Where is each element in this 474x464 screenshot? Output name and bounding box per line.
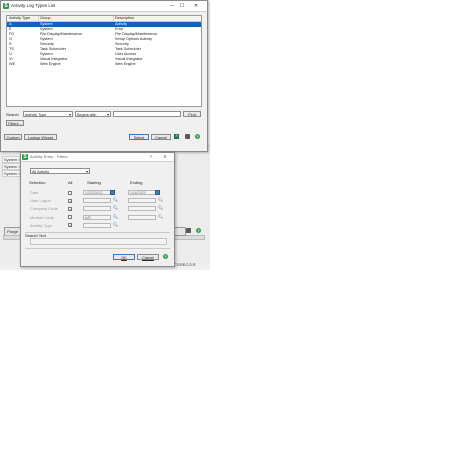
app-icon: S — [22, 154, 28, 160]
filters-dialog-title: Activity Entry - Filters — [30, 154, 68, 159]
minimize-icon[interactable]: — — [167, 1, 177, 11]
lookup-icon[interactable]: 🔍︎ — [113, 197, 118, 202]
find-button[interactable]: Find — [183, 111, 201, 117]
ending-header: Ending — [130, 180, 143, 185]
activity-filters-dialog: S Activity Entry - Filters ? ✕ All Activ… — [20, 152, 175, 267]
ending-company-code-field[interactable] — [128, 206, 156, 212]
search-field-select[interactable]: Activity Type ▾ — [23, 111, 73, 117]
starting-company-code-field[interactable] — [83, 206, 111, 212]
lookup-icon[interactable]: 🔍︎ — [158, 205, 163, 210]
divider — [25, 248, 170, 249]
filter-label-activity-type: Activity Type — [30, 222, 53, 228]
search-label: Search — [6, 112, 19, 117]
all-checkbox-activity-type[interactable]: ✓ — [68, 223, 72, 228]
column-header-description[interactable]: Description — [115, 16, 134, 21]
starting-user-logon-field[interactable] — [83, 198, 111, 204]
ending-date-field[interactable]: 1/16/2023 — [128, 190, 156, 195]
calendar-icon[interactable] — [155, 190, 160, 195]
starting-activity-type-field[interactable] — [83, 222, 111, 228]
help-icon[interactable]: ? — [195, 134, 200, 139]
background-label: System I — [2, 156, 22, 163]
search-mode-value: Begins with — [77, 113, 97, 117]
search-input[interactable] — [113, 111, 181, 117]
lookup-icon[interactable]: 🔍︎ — [158, 214, 163, 219]
activity-type-cell: WE — [9, 62, 16, 66]
ok-button[interactable]: OK — [113, 254, 135, 260]
select-button[interactable]: Select — [129, 134, 149, 140]
group-cell: Web Engine — [40, 62, 61, 66]
help-icon[interactable]: ? — [196, 228, 201, 233]
background-label: System I — [2, 163, 22, 170]
search-text-input[interactable] — [30, 238, 167, 245]
activity-types-grid[interactable]: Activity Type Group Description A System A… — [6, 15, 202, 107]
selection-header: Selection — [29, 180, 46, 185]
filter-label-company-code: Company Code — [30, 206, 58, 212]
help-icon[interactable]: ? — [163, 254, 168, 259]
print-icon[interactable] — [185, 134, 190, 139]
divider — [25, 232, 170, 233]
filter-label-date: Date — [30, 190, 39, 195]
filters-button[interactable]: Filters... — [6, 120, 24, 126]
description-cell: Web Engine — [115, 62, 136, 66]
all-checkbox-module-code[interactable] — [68, 215, 72, 220]
app-icon: S — [3, 3, 9, 9]
ending-module-code-field[interactable] — [128, 214, 156, 220]
excel-export-icon[interactable]: X — [174, 134, 179, 139]
chevron-down-icon: ▾ — [68, 112, 71, 117]
title-help-icon[interactable]: ? — [146, 152, 156, 162]
filter-label-module-code: Module Code — [30, 214, 54, 220]
custom-button[interactable]: Custom — [4, 134, 22, 140]
filter-preset-value: All Activity — [32, 170, 50, 174]
filters-title-bar: S Activity Entry - Filters ? ✕ — [21, 153, 174, 162]
column-header-group[interactable]: Group — [40, 16, 51, 21]
lookup-icon[interactable]: 🔍︎ — [113, 222, 118, 227]
lookup-icon[interactable]: 🔍︎ — [158, 197, 163, 202]
background-button[interactable] — [174, 227, 186, 236]
all-checkbox-date[interactable] — [68, 190, 72, 195]
close-icon[interactable]: ✕ — [191, 1, 201, 11]
search-mode-select[interactable]: Begins with ▾ — [75, 111, 111, 117]
column-header-activity-type[interactable]: Activity Type — [9, 16, 30, 21]
chevron-down-icon: ▾ — [85, 169, 88, 174]
title-bar: S Activity Log Types List — ☐ ✕ — [1, 1, 207, 12]
table-row[interactable]: WE Web Engine Web Engine — [7, 62, 201, 67]
filter-preset-select[interactable]: All Activity ▾ — [30, 168, 90, 174]
lookup-icon[interactable]: 🔍︎ — [113, 214, 118, 219]
lookup-wizard-button[interactable]: Lookup Wizard — [24, 134, 57, 140]
dialog-title: Activity Log Types List — [11, 3, 56, 8]
print-icon[interactable] — [186, 228, 191, 233]
starting-header: Starting — [87, 180, 101, 185]
starting-module-code-field[interactable]: A/R — [83, 214, 111, 220]
starting-date-field[interactable]: 12/23/2022 — [83, 190, 111, 195]
background-text: CGRECO-R — [174, 262, 196, 267]
maximize-icon[interactable]: ☐ — [177, 1, 187, 11]
all-checkbox-company-code[interactable]: ✓ — [68, 206, 72, 211]
ending-user-logon-field[interactable] — [128, 198, 156, 204]
activity-log-types-dialog: S Activity Log Types List — ☐ ✕ Activity… — [0, 0, 208, 152]
close-icon[interactable]: ✕ — [160, 152, 170, 162]
cancel-button[interactable]: Cancel — [151, 134, 171, 140]
lookup-icon[interactable]: 🔍︎ — [113, 205, 118, 210]
filter-label-user-logon: User Logon — [30, 198, 51, 204]
calendar-icon[interactable] — [110, 190, 115, 195]
search-field-value: Activity Type — [25, 113, 47, 117]
all-header: All — [68, 180, 73, 185]
background-label: System I — [2, 170, 22, 177]
cancel-button[interactable]: Cancel — [137, 254, 159, 260]
all-checkbox-user-logon[interactable]: ✓ — [68, 198, 72, 203]
chevron-down-icon: ▾ — [106, 112, 109, 117]
